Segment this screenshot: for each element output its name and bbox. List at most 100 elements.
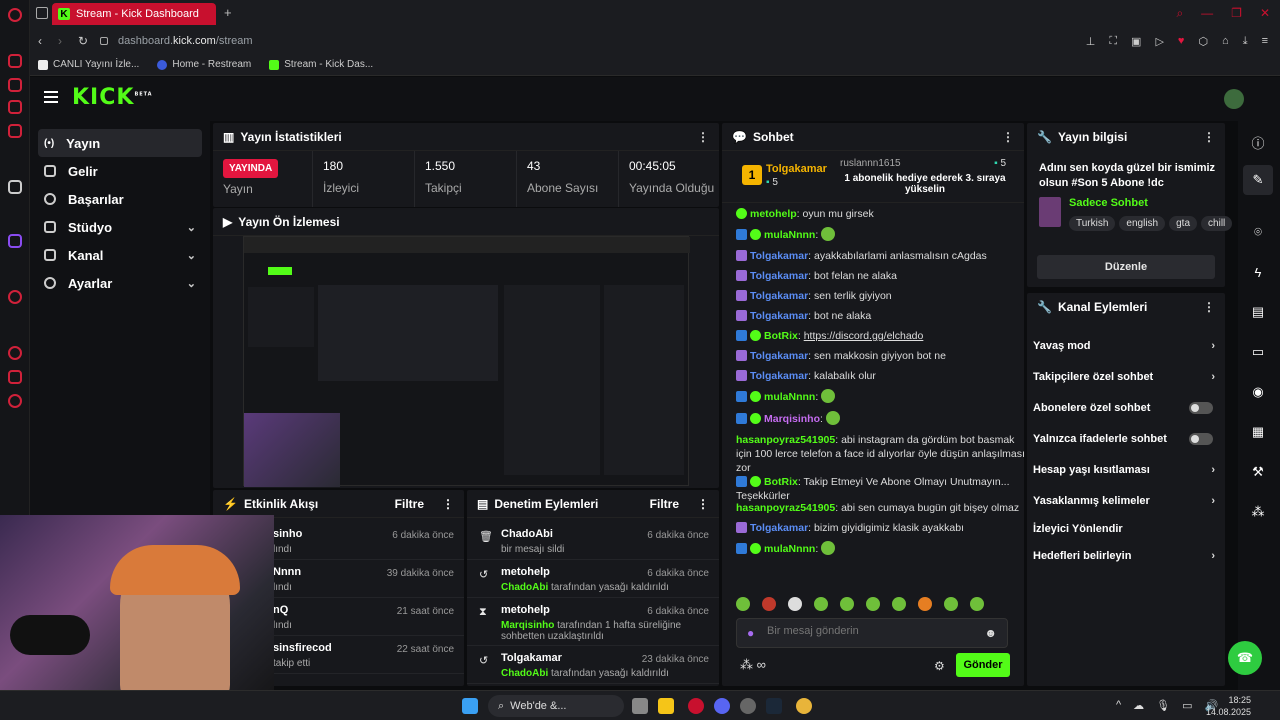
camera-icon[interactable]: ⌾	[1243, 217, 1273, 247]
chat-username[interactable]: Tolgakamar	[750, 270, 808, 282]
minimize-icon[interactable]: —	[1201, 6, 1213, 21]
emote-icon[interactable]	[788, 597, 802, 611]
bookmark-item[interactable]: Home - Restream	[157, 59, 251, 70]
chat-messages[interactable]: metohelp: oyun mu girsek mulaNnnn: Tolgak…	[722, 207, 1024, 595]
maximize-icon[interactable]: ❐	[1231, 6, 1242, 21]
channel-action-row[interactable]: Hedefleri belirleyin ›	[1033, 545, 1219, 567]
emote-icon[interactable]	[736, 597, 750, 611]
emote-icon[interactable]	[892, 597, 906, 611]
taskbar-search[interactable]: ⌕ Web'de &...	[488, 695, 624, 717]
bookmark-item[interactable]: Stream - Kick Das...	[269, 59, 373, 70]
toggle-switch[interactable]	[1189, 402, 1213, 414]
user-icon[interactable]: ⌂	[1222, 35, 1229, 48]
kebab-icon[interactable]: ⋮	[442, 497, 454, 511]
send-button[interactable]: Gönder	[956, 653, 1010, 677]
extensions-icon[interactable]	[8, 370, 22, 384]
chat-username[interactable]: mulaNnnn	[764, 229, 815, 241]
channel-action-row[interactable]: Yavaş mod ›	[1033, 335, 1219, 357]
task-view-icon[interactable]	[632, 698, 648, 714]
chat-username[interactable]: metohelp	[750, 208, 797, 220]
chat-username[interactable]: Tolgakamar	[750, 290, 808, 302]
mic-icon[interactable]: ●	[747, 626, 754, 640]
lightning-icon[interactable]: ϟ	[1243, 257, 1273, 287]
chat-username[interactable]: Tolgakamar	[750, 522, 808, 534]
channel-action-row[interactable]: Abonelere özel sohbet	[1033, 397, 1219, 419]
mic-icon[interactable]: 🎙	[1156, 699, 1170, 712]
toggle-switch[interactable]	[1189, 433, 1213, 445]
community-icon[interactable]: ⁂ ∞	[740, 657, 766, 673]
channel-action-row[interactable]: Takipçilere özel sohbet ›	[1033, 366, 1219, 388]
reload-icon[interactable]: ↻	[78, 34, 88, 48]
kebab-icon[interactable]: ⋮	[1002, 130, 1014, 144]
emote-icon[interactable]	[762, 597, 776, 611]
player-icon[interactable]	[8, 124, 22, 138]
pinned-user[interactable]: Tolgakamar	[766, 163, 827, 175]
url-field[interactable]: dashboard.kick.com/stream	[118, 35, 253, 47]
pencil-icon[interactable]: ✎	[1243, 165, 1273, 195]
tab-menu-icon[interactable]	[36, 7, 48, 19]
emote-icon[interactable]	[866, 597, 880, 611]
chat-username[interactable]: Tolgakamar	[750, 250, 808, 262]
chat-input[interactable]	[767, 625, 977, 637]
forward-icon[interactable]: ›	[58, 34, 62, 48]
chat-username[interactable]: mulaNnnn	[764, 543, 815, 555]
shield-icon[interactable]: ▣	[1131, 35, 1141, 48]
tools-icon[interactable]	[8, 180, 22, 194]
channel-action-row[interactable]: Yasaklanmış kelimeler ›	[1033, 490, 1219, 512]
back-icon[interactable]: ‹	[38, 34, 42, 48]
chat-username[interactable]: hasanpoyraz541905	[736, 434, 835, 446]
steam-icon[interactable]	[766, 698, 782, 714]
opera-icon[interactable]	[688, 698, 704, 714]
gear-icon[interactable]: ⚙	[934, 659, 945, 673]
filter-button[interactable]: Filtre	[395, 497, 424, 511]
bookmark-item[interactable]: CANLI Yayını İzle...	[38, 59, 139, 70]
chat-bubble-icon[interactable]: ▭	[1243, 337, 1273, 367]
menu-icon[interactable]: ≡	[1262, 35, 1268, 48]
channel-action-row[interactable]: Yalnızca ifadelerle sohbet	[1033, 428, 1219, 450]
screen-icon[interactable]: ▦	[1243, 417, 1273, 447]
chat-text[interactable]: https://discord.gg/elchado	[804, 330, 924, 342]
emote-icon[interactable]	[944, 597, 958, 611]
sidebar-item-kanal[interactable]: Kanal ⌄	[38, 241, 202, 269]
history-icon[interactable]	[8, 346, 22, 360]
category-name[interactable]: Sadece Sohbet	[1069, 197, 1148, 209]
pin-icon[interactable]: ⊥	[1086, 35, 1096, 48]
sidebar-item-gelir[interactable]: Gelir	[38, 157, 202, 185]
kebab-icon[interactable]: ⋮	[1203, 300, 1215, 314]
emote-icon[interactable]	[814, 597, 828, 611]
download-icon[interactable]: ⤓	[1243, 35, 1248, 48]
chat-username[interactable]: BotRix	[764, 476, 798, 488]
chat-username[interactable]: Tolgakamar	[750, 310, 808, 322]
sidebar-item-ayarlar[interactable]: Ayarlar ⌄	[38, 269, 202, 297]
twitch-icon[interactable]	[8, 234, 22, 248]
info-icon[interactable]: ⓘ	[1243, 127, 1273, 157]
emote-icon[interactable]	[840, 597, 854, 611]
windows-start-icon[interactable]	[462, 698, 478, 714]
chrome-icon[interactable]	[796, 698, 812, 714]
avatar[interactable]	[1224, 89, 1244, 109]
kebab-icon[interactable]: ⋮	[697, 497, 709, 511]
snapshot-icon[interactable]: ⛶	[1109, 35, 1117, 48]
sidebar-item-studyo[interactable]: Stüdyo ⌄	[38, 213, 202, 241]
hamburger-menu-icon[interactable]	[44, 91, 58, 103]
kebab-icon[interactable]: ⋮	[1203, 130, 1215, 144]
channel-action-row[interactable]: Hesap yaşı kısıtlaması ›	[1033, 459, 1219, 481]
chat-username[interactable]: hasanpoyraz541905	[736, 502, 835, 514]
chat-username[interactable]: Tolgakamar	[750, 350, 808, 362]
browser-tab[interactable]: K Stream - Kick Dashboard	[52, 3, 216, 25]
messenger-icon[interactable]	[8, 100, 22, 114]
folder-icon[interactable]	[658, 698, 674, 714]
chat-username[interactable]: Marqisinho	[764, 413, 820, 425]
sidebar-item-yayin[interactable]: (•) Yayın	[38, 129, 202, 157]
clock[interactable]: 18:25 14.08.2025	[1206, 694, 1251, 718]
support-chat-icon[interactable]: ☎	[1228, 641, 1262, 675]
filter-button[interactable]: Filtre	[650, 497, 679, 511]
document-icon[interactable]: ▤	[1243, 297, 1273, 327]
heart-icon[interactable]: ♥	[1178, 35, 1185, 48]
emote-icon[interactable]	[970, 597, 984, 611]
cloud-icon[interactable]: ☁	[1133, 699, 1144, 712]
aria-icon[interactable]	[8, 54, 22, 68]
broadcast-icon[interactable]: ◉	[1243, 377, 1273, 407]
opera-logo-icon[interactable]	[8, 8, 22, 22]
chat-username[interactable]: BotRix	[764, 330, 798, 342]
